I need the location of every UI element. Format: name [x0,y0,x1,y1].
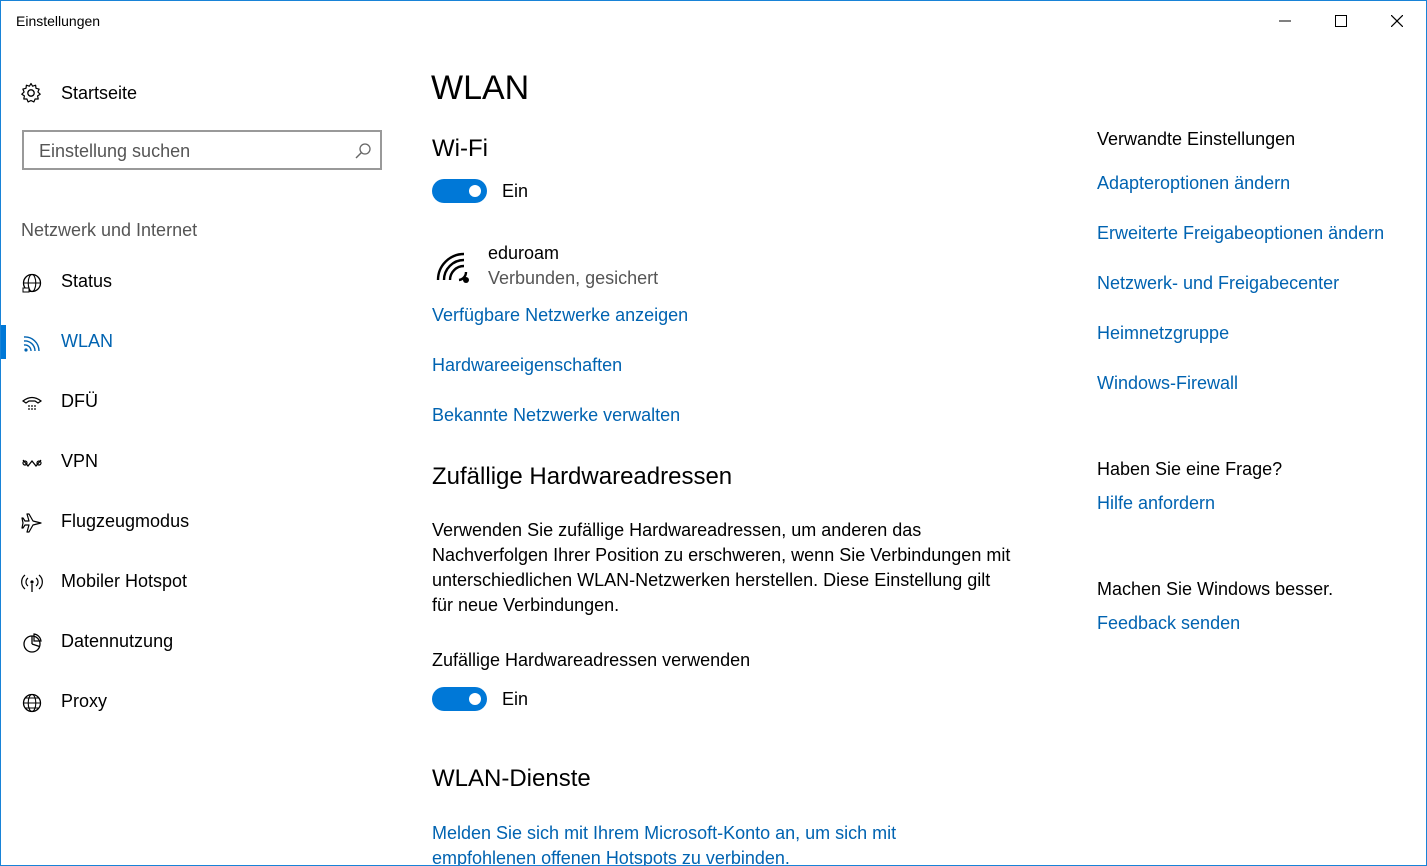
random-hw-toggle-state: Ein [502,688,529,709]
close-button[interactable] [1369,1,1425,41]
sidebar-item-label: Flugzeugmodus [61,511,190,531]
wifi-toggle-row: Ein [432,179,528,203]
microsoft-account-link[interactable]: Melden Sie sich mit Ihrem Microsoft-Kont… [432,821,952,865]
sidebar-item-vpn[interactable]: VPN [1,439,391,485]
minimize-button[interactable] [1257,1,1313,41]
manage-known-networks-link[interactable]: Bekannte Netzwerke verwalten [432,405,680,426]
sidebar-item-label: Proxy [61,691,108,711]
data-usage-icon [23,633,42,653]
sidebar-item-label: VPN [61,451,99,471]
random-hw-heading: Zufällige Hardwareadressen [432,463,733,490]
random-hw-toggle-label: Zufällige Hardwareadressen verwenden [432,650,751,670]
dialup-icon [21,396,43,410]
sidebar-item-hotspot[interactable]: Mobiler Hotspot [1,559,391,605]
sidebar-item-label: WLAN [61,331,114,351]
connected-network[interactable]: eduroam Verbunden, gesichert [435,241,835,291]
sidebar-item-wlan[interactable]: WLAN [1,319,391,365]
close-icon [1391,15,1403,27]
random-hw-description: Verwenden Sie zufällige Hardwareadressen… [432,520,1011,615]
wifi-toggle-state: Ein [502,180,529,201]
sidebar-item-label: Status [61,271,113,291]
sidebar-item-status[interactable]: Status [1,259,391,305]
airplane-icon [21,513,42,533]
network-sharing-center-link[interactable]: Netzwerk- und Freigabecenter [1097,273,1339,294]
wlan-services-heading: WLAN-Dienste [432,765,591,792]
sidebar-item-label: DFÜ [61,391,98,411]
maximize-button[interactable] [1313,1,1369,41]
home-nav-item[interactable]: Startseite [20,79,137,107]
wifi-icon [23,336,40,352]
page-title: WLAN [431,69,530,107]
home-label: Startseite [61,82,138,103]
network-status: Verbunden, gesichert [488,268,659,288]
random-hw-toggle-row: Ein [432,687,528,711]
minimize-icon [1279,20,1291,22]
vpn-icon [22,459,42,468]
titlebar: Einstellungen [1,1,1426,41]
adapter-options-link[interactable]: Adapteroptionen ändern [1097,173,1290,194]
globe-status-icon [22,273,42,293]
question-heading: Haben Sie eine Frage? [1097,459,1283,479]
globe-icon [22,693,42,713]
sidebar-item-label: Mobiler Hotspot [61,571,188,591]
network-name: eduroam [488,243,560,263]
advanced-sharing-link[interactable]: Erweiterte Freigabeoptionen ändern [1097,223,1384,244]
sidebar-item-data-usage[interactable]: Datennutzung [1,619,391,665]
section-label: Netzwerk und Internet [21,220,198,240]
sidebar-item-airplane[interactable]: Flugzeugmodus [1,499,391,545]
show-networks-link[interactable]: Verfügbare Netzwerke anzeigen [432,305,688,326]
toggle-knob [469,185,481,197]
improve-heading: Machen Sie Windows besser. [1097,579,1334,599]
hotspot-icon [21,574,43,592]
wifi-heading: Wi-Fi [432,135,488,162]
sidebar-item-dfu[interactable]: DFÜ [1,379,391,425]
hardware-properties-link[interactable]: Hardwareeigenschaften [432,355,622,376]
get-help-link[interactable]: Hilfe anfordern [1097,493,1215,514]
search-icon[interactable] [354,142,372,160]
toggle-knob [469,693,481,705]
random-hw-toggle[interactable] [432,687,487,711]
wifi-toggle[interactable] [432,179,487,203]
maximize-icon [1335,15,1347,27]
sidebar-item-proxy[interactable]: Proxy [1,679,391,725]
related-settings-heading: Verwandte Einstellungen [1097,129,1296,149]
homegroup-link[interactable]: Heimnetzgruppe [1097,323,1229,344]
sidebar-item-label: Datennutzung [61,631,174,651]
wifi-signal-icon [436,252,469,283]
gear-icon [21,82,41,103]
active-indicator [1,325,6,359]
windows-firewall-link[interactable]: Windows-Firewall [1097,373,1238,394]
search-input[interactable] [37,132,341,170]
send-feedback-link[interactable]: Feedback senden [1097,613,1240,634]
window-title: Einstellungen [16,13,101,29]
settings-window: Einstellungen Startseite Netzwerk und In… [0,0,1427,866]
search-box[interactable] [22,130,382,170]
